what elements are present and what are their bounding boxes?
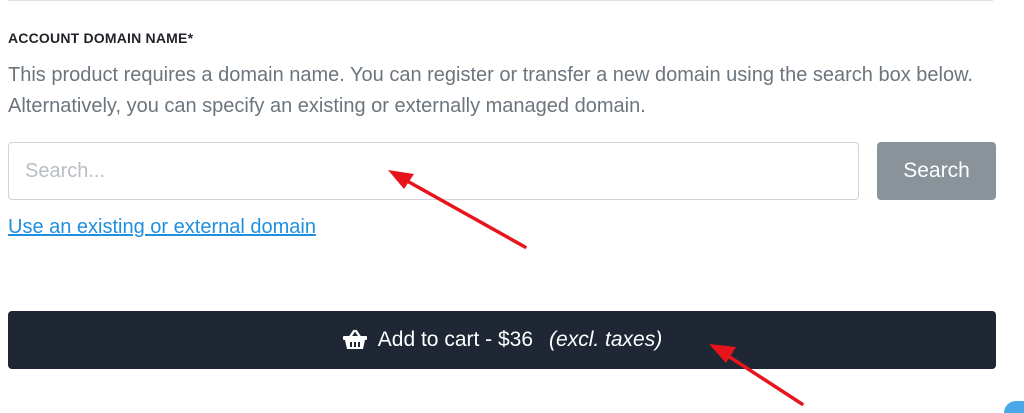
top-divider xyxy=(8,0,993,1)
cart-button-tax-note: (excl. taxes) xyxy=(549,328,663,351)
corner-accent xyxy=(1004,401,1024,413)
domain-search-input[interactable] xyxy=(8,142,859,200)
search-button[interactable]: Search xyxy=(877,142,996,200)
cart-button-label: Add to cart - $36 xyxy=(377,328,534,351)
section-label: ACCOUNT DOMAIN NAME* xyxy=(8,30,194,46)
section-description: This product requires a domain name. You… xyxy=(8,64,973,117)
basket-icon xyxy=(342,329,368,351)
add-to-cart-button[interactable]: Add to cart - $36 (excl. taxes) xyxy=(8,311,996,369)
use-existing-domain-link[interactable]: Use an existing or external domain xyxy=(8,216,316,239)
